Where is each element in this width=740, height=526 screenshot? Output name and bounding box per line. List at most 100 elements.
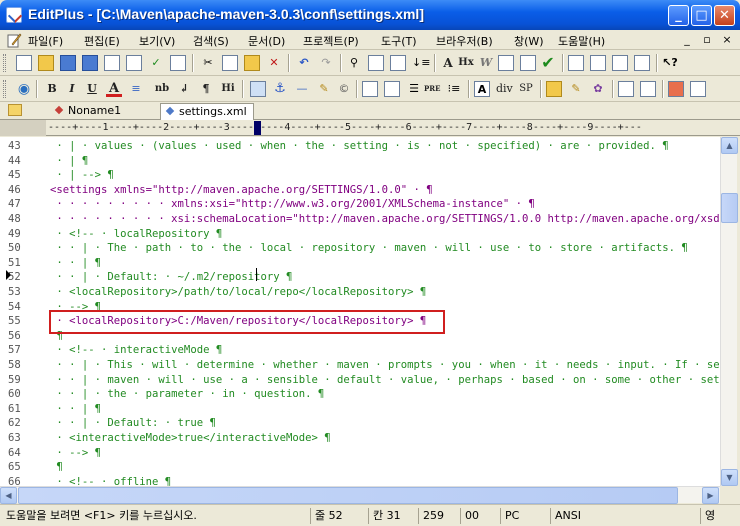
list-icon[interactable]: ☰ [406, 81, 422, 97]
editor-line[interactable]: 66 · <!-- · offline ¶ [0, 475, 720, 486]
replace-icon[interactable] [368, 55, 384, 71]
context-help-icon[interactable]: ↖? [662, 55, 678, 71]
editor-line[interactable]: 61 · · | ¶ [0, 402, 720, 417]
menu-help[interactable]: 도움말(H) [558, 33, 605, 49]
tag-list-icon[interactable] [640, 81, 656, 97]
editor-line[interactable]: 49 · <!-- · localRepository ¶ [0, 227, 720, 242]
menu-document[interactable]: 문서(D) [248, 33, 285, 49]
folder-icon[interactable] [8, 104, 22, 116]
form-icon[interactable]: A [474, 81, 490, 97]
bold-icon[interactable]: B [44, 81, 60, 97]
horizontal-rule-icon[interactable]: — [294, 81, 310, 97]
redo-icon[interactable]: ↷ [318, 55, 334, 71]
menu-window[interactable]: 창(W) [514, 33, 544, 49]
tab-settings-xml[interactable]: settings.xml [160, 103, 254, 121]
span-icon[interactable]: SP [518, 81, 534, 97]
browser-preview-icon[interactable] [170, 55, 186, 71]
cut-icon[interactable]: ✂ [200, 55, 216, 71]
font-color-icon[interactable]: A [106, 81, 122, 97]
menu-edit[interactable]: 편집(E) [84, 33, 120, 49]
cliptext-window-icon[interactable] [590, 55, 606, 71]
save-all-icon[interactable] [82, 55, 98, 71]
line-number-icon[interactable] [520, 55, 536, 71]
anchor-icon[interactable]: ⚓ [272, 81, 288, 97]
scroll-left-button[interactable]: ◀ [0, 487, 17, 504]
status-line[interactable]: 줄 52 [310, 508, 366, 524]
editor-line[interactable]: 48 · · · · · · · · · xsi:schemaLocation=… [0, 212, 720, 227]
ruler-toggle-icon[interactable] [498, 55, 514, 71]
horizontal-scrollbar[interactable]: ◀ ▶ [0, 486, 720, 504]
open-folder-icon[interactable] [38, 55, 54, 71]
output-window-icon[interactable] [612, 55, 628, 71]
nbsp-icon[interactable]: nb [154, 81, 170, 97]
menu-search[interactable]: 검색(S) [193, 33, 229, 49]
italic-icon[interactable]: I [64, 81, 80, 97]
print-icon[interactable] [104, 55, 120, 71]
minimize-button[interactable]: _ [668, 5, 689, 26]
pre-icon[interactable]: PRE [424, 81, 440, 97]
editor-line[interactable]: 54 · --> ¶ [0, 300, 720, 315]
vertical-scrollbar[interactable]: ▲ ▼ [720, 137, 738, 486]
underline-icon[interactable]: U [84, 81, 100, 97]
center-icon[interactable]: ≡ [128, 81, 144, 97]
paste-icon[interactable] [244, 55, 260, 71]
menu-view[interactable]: 보기(V) [139, 33, 175, 49]
copyright-icon[interactable]: © [336, 81, 352, 97]
editor-line[interactable]: 64 · --> ¶ [0, 446, 720, 461]
menu-project[interactable]: 프로젝트(P) [303, 33, 359, 49]
directory-window-icon[interactable] [568, 55, 584, 71]
close-button[interactable]: ✕ [714, 5, 735, 26]
mdi-restore-button[interactable]: ▫ [700, 33, 714, 46]
editor-line[interactable]: 46 <settings xmlns="http://maven.apache.o… [0, 183, 720, 198]
toolbar-grip[interactable] [3, 54, 6, 72]
goto-line-icon[interactable]: ↓≡ [412, 55, 430, 71]
status-encoding[interactable]: ANSI [550, 508, 698, 524]
editor-line[interactable]: 45 · | --> ¶ [0, 168, 720, 183]
editor-line[interactable]: 58 · · | · This · will · determine · whe… [0, 358, 720, 373]
editor-line[interactable]: 47 · · · · · · · · · xmlns:xsi="http://w… [0, 197, 720, 212]
mdi-minimize-button[interactable]: _ [680, 33, 694, 46]
check-icon[interactable]: ✔ [540, 55, 556, 71]
bullet-list-icon[interactable]: ⁝≡ [446, 81, 462, 97]
toolbar-grip[interactable] [3, 80, 6, 98]
menu-browser[interactable]: 브라우저(B) [436, 33, 493, 49]
vertical-scroll-thumb[interactable] [721, 193, 738, 223]
print-preview-icon[interactable] [126, 55, 142, 71]
heading-tag-icon[interactable]: Hi [220, 81, 236, 97]
new-file-icon[interactable] [16, 55, 32, 71]
find-in-files-icon[interactable] [390, 55, 406, 71]
mdi-close-button[interactable]: × [720, 33, 734, 46]
editplus-app-icon[interactable] [6, 7, 22, 23]
globe-icon[interactable]: ◉ [16, 81, 32, 97]
table-wizard-icon[interactable] [384, 81, 400, 97]
image-icon[interactable] [250, 81, 266, 97]
font-icon[interactable]: A [440, 55, 456, 71]
div-icon[interactable]: div [496, 81, 513, 97]
tab-noname1[interactable]: Noname1 [50, 103, 127, 120]
editor-line[interactable]: 63 · <interactiveMode>true</interactiveM… [0, 431, 720, 446]
menu-tools[interactable]: 도구(T) [381, 33, 417, 49]
editor-line[interactable]: 43 · | · values · (values · used · when … [0, 139, 720, 154]
editor-line[interactable]: 51 · · | ¶ [0, 256, 720, 271]
copy-icon[interactable] [222, 55, 238, 71]
title-bar[interactable]: EditPlus - [C:\Maven\apache-maven-3.0.3\… [0, 0, 740, 30]
delete-icon[interactable]: ✕ [266, 55, 282, 71]
word-wrap-icon[interactable]: W [478, 55, 494, 71]
fullscreen-icon[interactable] [634, 55, 650, 71]
editor-line[interactable]: 57 · <!-- · interactiveMode ¶ [0, 343, 720, 358]
text-editor[interactable]: 43 · | · values · (values · used · when … [0, 137, 720, 486]
document-edit-icon[interactable] [6, 32, 22, 48]
editor-line[interactable]: 56 ¶ [0, 329, 720, 344]
view-source-icon[interactable] [618, 81, 634, 97]
find-icon[interactable]: ⚲ [346, 55, 362, 71]
menu-file[interactable]: 파일(F) [28, 33, 63, 49]
paragraph-icon[interactable]: ¶ [198, 81, 214, 97]
color-picker-icon[interactable]: ✿ [590, 81, 606, 97]
editor-line[interactable]: 52 · · | · Default: · ~/.m2/repository ¶ [0, 270, 720, 285]
scroll-down-button[interactable]: ▼ [721, 469, 738, 486]
editor-line[interactable]: 44 · | ¶ [0, 154, 720, 169]
horizontal-scroll-thumb[interactable] [18, 487, 678, 504]
line-break-icon[interactable]: ↲ [176, 81, 192, 97]
spell-check-icon[interactable]: ✓ [148, 55, 164, 71]
style-icon[interactable] [546, 81, 562, 97]
